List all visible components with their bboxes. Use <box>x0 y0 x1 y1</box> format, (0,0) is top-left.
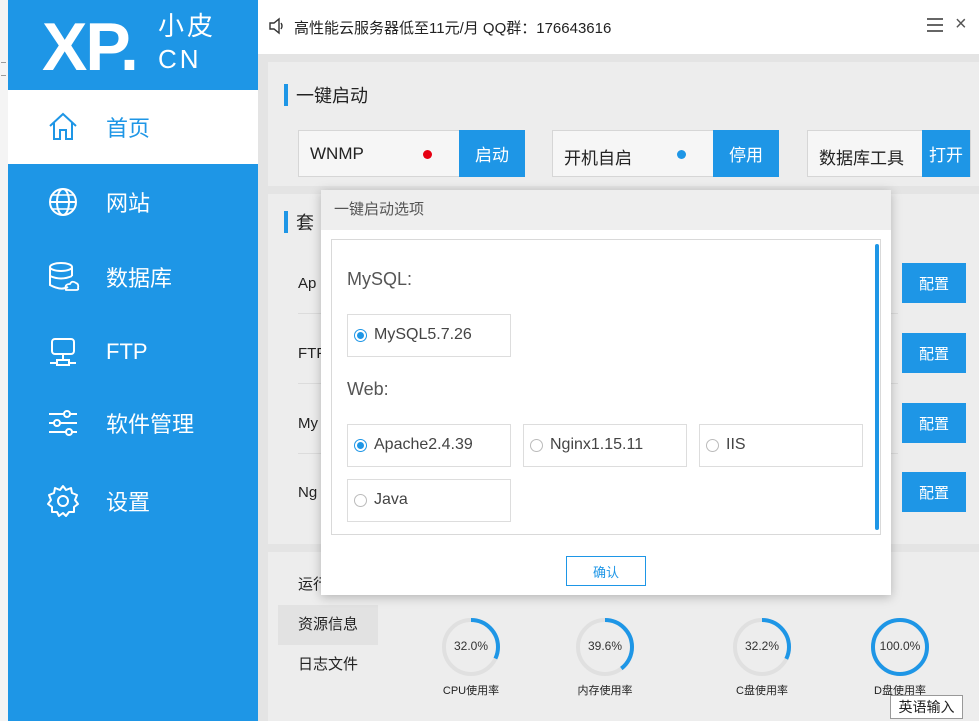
dialog-title: 一键启动选项 <box>321 190 891 230</box>
nav-item-ftp[interactable]: FTP <box>8 315 258 389</box>
apache-radio[interactable] <box>354 439 367 452</box>
gear-icon <box>47 485 79 517</box>
nav-label-home: 首页 <box>106 116 151 141</box>
ftp-server-icon <box>50 338 76 366</box>
sidebar: XP. 小皮 CN 首页 网站 数据库 FTP 软件管理 设置 <box>8 0 258 721</box>
wnmp-start-button[interactable]: 启动 <box>459 130 525 177</box>
cpu-gauge-value: 32.0% <box>453 639 489 653</box>
ftp-config-button[interactable]: 配置 <box>902 333 966 373</box>
d-drive-gauge-value: 100.0% <box>879 639 921 653</box>
nginx-option[interactable]: Nginx1.15.11 <box>523 424 687 467</box>
announcement-text[interactable]: 高性能云服务器低至11元/月 QQ群：176643616 <box>294 17 611 38</box>
logo-sub-top: 小皮 <box>158 11 217 41</box>
nginx-config-button[interactable]: 配置 <box>902 472 966 512</box>
app-window: XP. 小皮 CN 首页 网站 数据库 FTP 软件管理 设置 高性能云服务器低… <box>0 0 979 721</box>
autostart-status-dot <box>677 150 686 159</box>
nav-label-settings: 设置 <box>106 490 151 515</box>
nginx-option-label: Nginx1.15.11 <box>550 436 644 453</box>
java-option-label: Java <box>374 491 408 508</box>
mysql-radio[interactable] <box>354 329 367 342</box>
logo: XP. 小皮 CN <box>8 0 258 90</box>
apache-option-label: Apache2.4.39 <box>374 436 473 453</box>
wnmp-label: WNMP <box>310 144 364 163</box>
nav-item-database[interactable]: 数据库 <box>8 240 258 314</box>
quick-start-panel: 一键启动 WNMP 启动 开机自启 停用 数据库工具 打开 <box>268 62 979 186</box>
tab-log-files[interactable]: 日志文件 <box>278 645 378 685</box>
autostart-label: 开机自启 <box>564 149 632 168</box>
autostart-box: 开机自启 停用 <box>552 130 779 177</box>
nav-item-software[interactable]: 软件管理 <box>8 386 258 460</box>
menu-icon[interactable] <box>927 18 943 32</box>
nav-item-settings[interactable]: 设置 <box>8 464 258 538</box>
cpu-gauge-label: CPU使用率 <box>442 685 500 697</box>
edge-mark <box>1 75 6 76</box>
c-drive-gauge-label: C盘使用率 <box>736 685 788 697</box>
suite-title: 套 <box>284 209 314 235</box>
memory-gauge-value: 39.6% <box>587 639 623 653</box>
wnmp-status-dot <box>423 150 432 159</box>
edge-strip <box>0 0 8 721</box>
mysql-config-button[interactable]: 配置 <box>902 403 966 443</box>
top-bar: 高性能云服务器低至11元/月 QQ群：176643616 × <box>258 0 979 54</box>
java-radio[interactable] <box>354 494 367 507</box>
mysql-option-label: MySQL5.7.26 <box>374 326 472 343</box>
db-tool-open-button[interactable]: 打开 <box>922 130 970 177</box>
java-option[interactable]: Java <box>347 479 511 522</box>
nav-label-software: 软件管理 <box>106 412 195 437</box>
c-drive-gauge: 32.2% <box>732 617 792 677</box>
suite-row-nginx: Ng <box>298 484 318 501</box>
database-icon <box>49 262 80 291</box>
mysql-section-label: MySQL: <box>347 269 413 289</box>
suite-row-mysql: My <box>298 415 318 432</box>
dialog-scrollbar[interactable] <box>875 244 879 530</box>
ime-indicator[interactable]: 英语输入 <box>890 695 963 719</box>
apache-config-button[interactable]: 配置 <box>902 263 966 303</box>
iis-option-label: IIS <box>726 436 746 453</box>
tab-resource-info[interactable]: 资源信息 <box>278 605 378 645</box>
quick-start-title: 一键启动 <box>284 82 368 108</box>
cpu-gauge: 32.0% <box>441 617 501 677</box>
nav-label-ftp: FTP <box>106 339 148 364</box>
logo-mark: XP. <box>42 9 139 85</box>
home-icon <box>49 112 77 140</box>
db-tool-label: 数据库工具 <box>819 149 904 168</box>
globe-icon <box>49 188 77 216</box>
dialog-body: MySQL: MySQL5.7.26 Web: Apache2.4.39 Ngi… <box>331 239 881 535</box>
c-drive-gauge-value: 32.2% <box>744 639 780 653</box>
db-tool-box: 数据库工具 打开 <box>807 130 971 177</box>
quick-start-options-dialog: 一键启动选项 MySQL: MySQL5.7.26 Web: Apache2.4… <box>321 190 891 595</box>
edge-mark <box>1 62 6 63</box>
suite-row-apache: Ap <box>298 275 317 292</box>
memory-gauge: 39.6% <box>575 617 635 677</box>
mysql-option[interactable]: MySQL5.7.26 <box>347 314 511 357</box>
autostart-disable-button[interactable]: 停用 <box>713 130 779 177</box>
logo-sub: 小皮 CN <box>158 10 216 76</box>
apache-option[interactable]: Apache2.4.39 <box>347 424 511 467</box>
nav-label-database: 数据库 <box>106 266 173 291</box>
wnmp-box: WNMP 启动 <box>298 130 525 177</box>
memory-gauge-label: 内存使用率 <box>577 685 633 697</box>
confirm-button[interactable]: 确认 <box>566 556 646 586</box>
close-icon[interactable]: × <box>955 14 967 34</box>
d-drive-gauge: 100.0% <box>870 617 930 677</box>
logo-sub-bottom: CN <box>158 44 202 74</box>
nav-item-website[interactable]: 网站 <box>8 165 258 239</box>
speaker-icon <box>269 17 283 35</box>
nav-item-home[interactable]: 首页 <box>8 90 258 164</box>
web-section-label: Web: <box>347 379 389 399</box>
sliders-icon <box>49 410 77 436</box>
iis-radio[interactable] <box>706 439 719 452</box>
iis-option[interactable]: IIS <box>699 424 863 467</box>
nginx-radio[interactable] <box>530 439 543 452</box>
nav-label-website: 网站 <box>106 191 151 216</box>
